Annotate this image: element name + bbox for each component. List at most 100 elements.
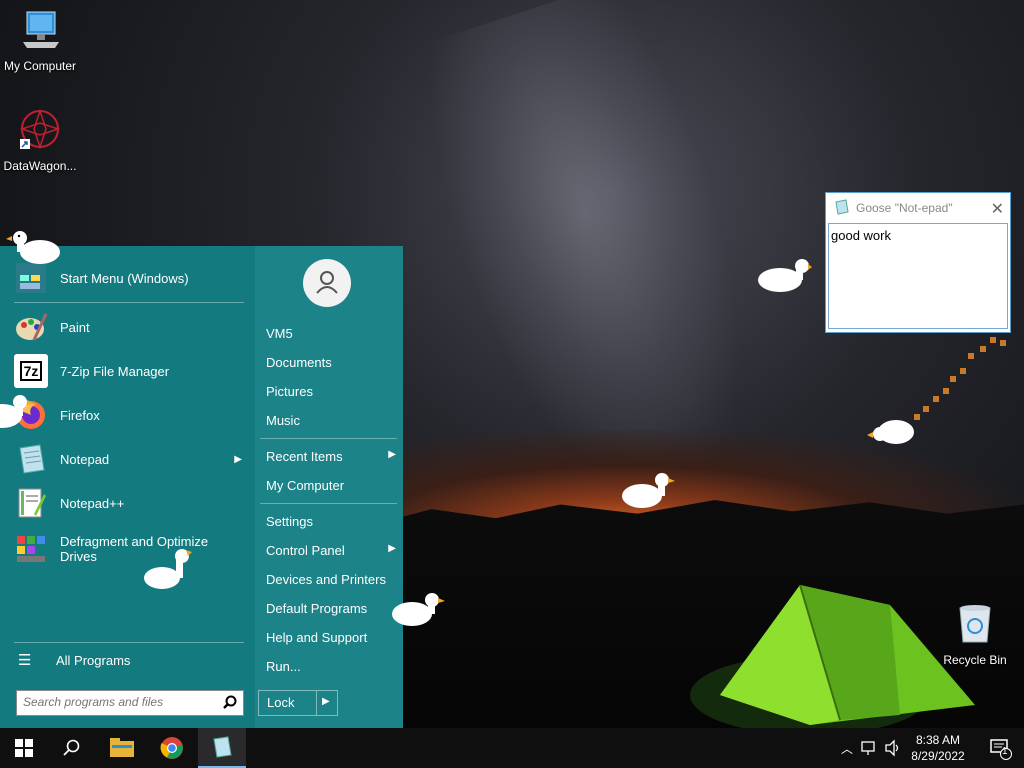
start-menu-programs: Start Menu (Windows) Paint 7z 7-Zip File… [0,246,255,728]
search-box[interactable] [16,690,244,716]
places-item-documents[interactable]: Documents [266,355,396,370]
places-item-my-computer[interactable]: My Computer [266,478,396,493]
notepad-icon [835,199,849,215]
places-item-pictures[interactable]: Pictures [266,384,396,399]
paint-icon [16,313,48,341]
places-label: Devices and Printers [266,572,386,587]
lock-button[interactable]: Lock ▶ [258,690,338,716]
desktop-icon-label: DataWagon... [3,159,77,173]
start-item-paint[interactable]: Paint [14,307,250,347]
close-icon[interactable]: ✕ [991,199,1004,219]
all-programs-label: All Programs [56,652,131,668]
taskbar-chrome[interactable] [148,728,196,768]
start-item-label: Notepad [60,451,110,467]
window-title: Goose "Not-epad" [856,201,953,215]
places-item-settings[interactable]: Settings [266,514,396,529]
divider [316,691,317,715]
window-titlebar[interactable]: Goose "Not-epad" ✕ [826,193,1010,222]
places-item-control-panel[interactable]: Control Panel ▶ [266,543,396,558]
goose-sprite [144,549,192,589]
lock-label: Lock [267,695,295,710]
goose-sprite [0,395,34,428]
taskbar-file-explorer[interactable] [98,728,146,768]
taskbar-clock[interactable]: 8:38 AM 8/29/2022 [906,732,970,764]
start-item-defragment[interactable]: Defragment and Optimize Drives [14,529,250,569]
start-menu-places: VM5 Documents Pictures Music Recent Item… [255,246,403,728]
start-item-label: Start Menu (Windows) [60,270,189,286]
user-avatar[interactable] [303,259,351,307]
network-icon[interactable] [860,739,878,757]
desktop-icon-datawagon[interactable]: DataWagon... [0,108,80,173]
desktop-icon-label: My Computer [3,59,77,73]
user-icon [316,271,338,294]
places-item-default-programs[interactable]: Default Programs [266,601,396,616]
places-label: Music [266,413,300,428]
goose-sprite [6,231,60,264]
places-item-help-support[interactable]: Help and Support [266,630,396,645]
search-input[interactable] [17,691,219,713]
start-item-firefox[interactable]: Firefox [14,395,250,435]
desktop-icon-recycle-bin[interactable]: Recycle Bin [935,602,1015,667]
places-label: My Computer [266,478,345,493]
goose-sprite [622,473,675,508]
places-item-recent-items[interactable]: Recent Items ▶ [266,449,396,464]
places-item-music[interactable]: Music [266,413,396,428]
goose-sprite [392,593,445,626]
goose-notepad-window[interactable]: Goose "Not-epad" ✕ good work [825,192,1011,333]
desktop-icon-label: Recycle Bin [943,653,1007,667]
notepad-text-area[interactable]: good work [828,223,1008,329]
7zip-icon-text: 7z [19,361,43,381]
recycle-bin-icon [959,605,991,643]
goose-sprite [867,420,914,444]
start-item-label: Notepad++ [60,495,125,511]
goose-sprite [758,259,812,292]
notification-count-badge: 1 [1002,746,1008,757]
start-menu: Start Menu (Windows) Paint 7z 7-Zip File… [0,246,403,728]
chrome-icon [160,737,183,759]
places-label: Documents [266,355,332,370]
notepad-icon [19,444,45,474]
start-item-label: 7-Zip File Manager [60,363,170,379]
places-item-vm5[interactable]: VM5 [266,326,396,341]
notepad-icon [213,736,232,758]
start-button[interactable] [0,728,48,768]
notification-icon [990,739,1012,760]
datawagon-icon [19,108,61,150]
places-label: Default Programs [266,601,368,616]
places-item-run[interactable]: Run... [266,659,396,674]
divider [14,302,244,303]
start-item-label-line1: Defragment and Optimize [60,534,209,549]
system-tray: ︿ [838,728,902,768]
volume-icon[interactable] [884,739,902,757]
submenu-arrow-icon: ▶ [388,543,396,554]
places-label: Control Panel [266,543,345,558]
lock-options-arrow-icon[interactable]: ▶ [322,696,330,707]
places-item-devices-printers[interactable]: Devices and Printers [266,572,396,587]
desktop-icon-my-computer[interactable]: My Computer [0,8,80,73]
chevron-up-icon[interactable]: ︿ [838,740,856,757]
divider [260,438,397,439]
notepad-text: good work [831,228,891,243]
clock-date: 8/29/2022 [911,749,965,763]
places-label: Settings [266,514,313,529]
submenu-arrow-icon: ▶ [234,453,242,465]
windows-start-icon [15,739,33,757]
places-label: Pictures [266,384,313,399]
start-item-notepadpp[interactable]: Notepad++ [14,483,250,523]
places-label: VM5 [266,326,293,341]
search-icon[interactable] [223,695,237,709]
start-item-label-line2: Drives [60,549,97,564]
places-label: Run... [266,659,301,674]
computer-icon [23,11,59,48]
start-item-7zip[interactable]: 7z 7-Zip File Manager [14,351,250,391]
taskbar-search-button[interactable] [48,728,96,768]
action-center-button[interactable]: 1 [976,728,1024,768]
taskbar: ︿ 8:38 AM 8/29/2022 1 [0,728,1024,768]
places-label: Recent Items [266,449,343,464]
7zip-icon: 7z [14,354,48,388]
taskbar-notepad[interactable] [198,728,246,768]
file-explorer-icon [110,738,134,757]
start-item-notepad[interactable]: Notepad ▶ [14,439,250,479]
all-programs-button[interactable]: ☰ All Programs [18,640,254,680]
clock-time: 8:38 AM [915,733,961,747]
